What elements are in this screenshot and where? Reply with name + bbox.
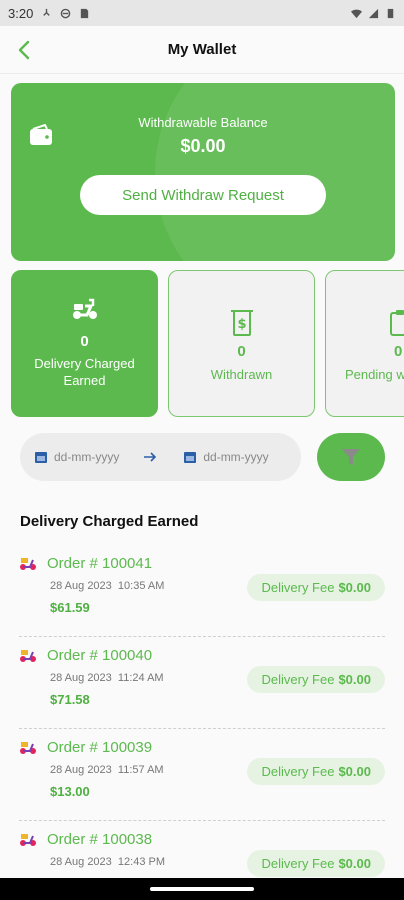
fee-value: $0.00 <box>338 764 371 779</box>
to-date-field[interactable]: dd-mm-yyyy <box>183 450 269 464</box>
delivery-fee-badge: Delivery Fee $0.00 <box>247 666 385 693</box>
stat-value: 0 <box>237 343 246 360</box>
order-amount: $61.59 <box>50 600 90 615</box>
delivery-fee-badge: Delivery Fee $0.00 <box>247 758 385 785</box>
order-amount: $13.00 <box>50 784 90 799</box>
delivery-scooter-icon <box>20 742 36 754</box>
svg-text:$: $ <box>237 317 246 332</box>
order-list: Order # 100041 28 Aug 2023 10:35 AM $61.… <box>0 545 404 900</box>
date-range-filter: dd-mm-yyyy dd-mm-yyyy <box>20 433 301 481</box>
order-time: 12:43 PM <box>117 856 166 868</box>
delivery-fee-badge: Delivery Fee $0.00 <box>247 574 385 601</box>
delivery-fee-badge: Delivery Fee $0.00 <box>247 850 385 877</box>
fee-label: Delivery Fee <box>261 856 335 871</box>
arrow-right-icon <box>144 452 157 462</box>
page-title: My Wallet <box>167 41 237 58</box>
notification-icon <box>43 8 51 16</box>
balance-card: Withdrawable Balance $0.00 Send Withdraw… <box>11 83 395 261</box>
order-date: 28 Aug 2023 <box>50 856 112 868</box>
signal-icon <box>368 8 379 18</box>
stat-label: Delivery Charged Earned <box>12 355 157 389</box>
stat-value: 0 <box>80 333 89 350</box>
balance-label: Withdrawable Balance <box>138 115 268 130</box>
stat-card-pending[interactable]: 0 Pending w <box>325 270 404 417</box>
list-item[interactable]: Order # 100041 28 Aug 2023 10:35 AM $61.… <box>19 545 385 637</box>
vpn-icon <box>61 8 71 18</box>
stats-row: 0 Delivery Charged Earned $ 0 Withdrawn … <box>11 270 404 418</box>
fee-value: $0.00 <box>338 580 371 595</box>
stat-card-delivery-charged[interactable]: 0 Delivery Charged Earned <box>11 270 158 417</box>
delivery-scooter-icon <box>20 650 36 662</box>
stat-label: Withdrawn <box>210 367 273 382</box>
from-date-field[interactable]: dd-mm-yyyy <box>34 450 119 464</box>
stat-label-line1: Delivery Charged <box>34 356 135 371</box>
order-date: 28 Aug 2023 <box>50 764 112 776</box>
order-time: 11:57 AM <box>117 764 164 776</box>
sim-card-icon <box>81 8 89 18</box>
order-number: Order # 100040 <box>47 647 153 664</box>
fee-label: Delivery Fee <box>261 580 335 595</box>
balance-value: $0.00 <box>180 136 226 156</box>
order-number: Order # 100041 <box>47 555 153 572</box>
home-gesture-handle[interactable] <box>150 887 254 891</box>
scooter-icon <box>72 298 97 319</box>
pending-clipboard-icon <box>390 310 404 336</box>
order-datetime: 28 Aug 2023 10:35 AM <box>50 580 164 592</box>
fee-value: $0.00 <box>338 856 371 871</box>
calendar-icon <box>35 452 47 463</box>
order-time: 10:35 AM <box>117 580 165 592</box>
order-date: 28 Aug 2023 <box>50 580 112 592</box>
fee-value: $0.00 <box>338 672 371 687</box>
card-decoration <box>155 83 395 261</box>
stat-value: 0 <box>394 343 403 360</box>
order-number: Order # 100039 <box>47 739 153 756</box>
stat-label: Pending w <box>345 367 404 382</box>
to-date-placeholder: dd-mm-yyyy <box>203 450 269 464</box>
delivery-scooter-icon <box>20 558 36 570</box>
from-date-placeholder: dd-mm-yyyy <box>54 450 120 464</box>
order-number: Order # 100038 <box>47 831 153 848</box>
order-datetime: 28 Aug 2023 11:57 AM <box>50 764 164 776</box>
dollar-receipt-icon: $ <box>230 310 253 336</box>
delivery-scooter-icon <box>20 834 36 846</box>
filter-button[interactable] <box>317 433 385 481</box>
section-title: Delivery Charged Earned <box>20 513 199 530</box>
calendar-icon <box>184 452 197 463</box>
order-time: 11:24 AM <box>117 672 164 684</box>
status-bar: 3:20 <box>0 0 404 26</box>
list-item[interactable]: Order # 100039 28 Aug 2023 11:57 AM $13.… <box>19 729 385 821</box>
order-amount: $71.58 <box>50 692 90 707</box>
send-withdraw-request-button[interactable]: Send Withdraw Request <box>80 175 326 215</box>
stat-label-line2: Earned <box>63 373 106 388</box>
list-item[interactable]: Order # 100040 28 Aug 2023 11:24 AM $71.… <box>19 637 385 729</box>
stat-card-withdrawn[interactable]: $ 0 Withdrawn <box>168 270 315 417</box>
app-bar: My Wallet <box>0 26 404 74</box>
order-date: 28 Aug 2023 <box>50 672 112 684</box>
fee-label: Delivery Fee <box>261 764 335 779</box>
filter-funnel-icon <box>342 449 360 465</box>
battery-icon <box>387 8 394 18</box>
order-datetime: 28 Aug 2023 11:24 AM <box>50 672 164 684</box>
wifi-icon <box>351 9 362 18</box>
order-datetime: 28 Aug 2023 12:43 PM <box>50 856 165 868</box>
system-nav-bar <box>0 878 404 900</box>
fee-label: Delivery Fee <box>261 672 335 687</box>
status-time: 3:20 <box>8 5 34 21</box>
